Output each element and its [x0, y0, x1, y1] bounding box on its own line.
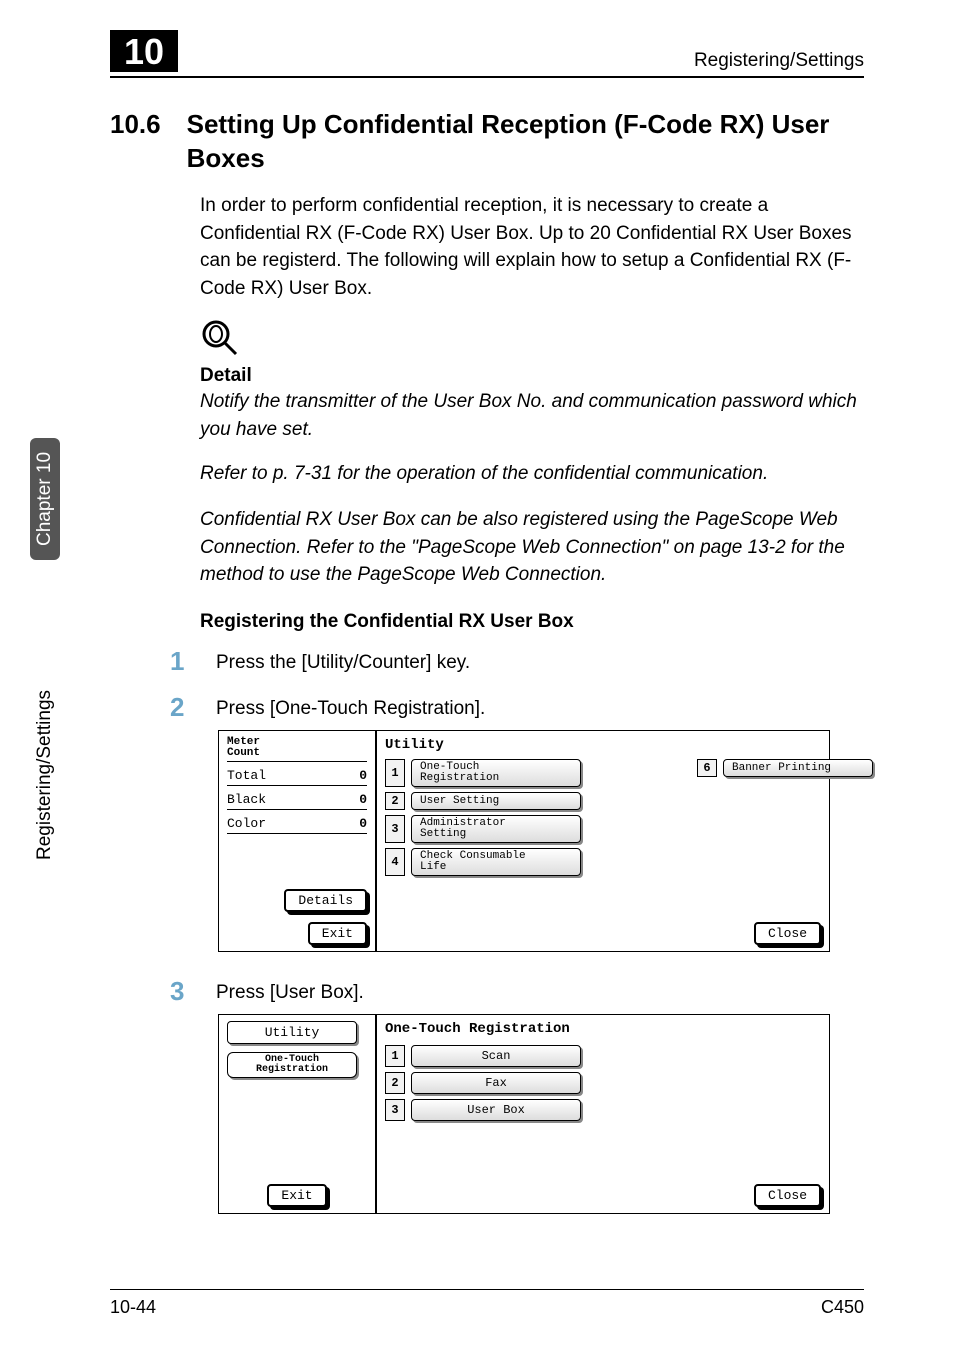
section-heading: 10.6 Setting Up Confidential Reception (… [110, 108, 864, 176]
step-3: 3 Press [User Box]. [170, 978, 864, 1004]
otr-tab-line2: Registration [234, 1065, 350, 1075]
banner-printing-button[interactable]: Banner Printing [723, 759, 873, 777]
utility-num-6: 6 [697, 759, 717, 777]
step-3-number: 3 [170, 978, 194, 1004]
chapter-number-box: 10 [110, 30, 178, 72]
otr-row-3: 3 User Box [385, 1099, 821, 1121]
exit-button-2[interactable]: Exit [267, 1184, 326, 1207]
meter-row-black: Black 0 [227, 792, 367, 810]
header-rule [110, 76, 864, 78]
meter-row-total: Total 0 [227, 768, 367, 786]
utility-row-6: 6 Banner Printing [697, 759, 873, 777]
meter-row-color: Color 0 [227, 816, 367, 834]
utility-button[interactable]: Utility [227, 1021, 357, 1044]
user-box-button[interactable]: User Box [411, 1099, 581, 1121]
utility-screenshot: Meter Count Total 0 Black 0 Color 0 Deta… [218, 730, 830, 952]
one-touch-registration-line2: Registration [420, 773, 499, 784]
close-button-2[interactable]: Close [754, 1184, 821, 1207]
footer-page-number: 10-44 [110, 1297, 156, 1318]
meter-count-heading: Meter Count [227, 737, 367, 762]
meter-black-label: Black [227, 792, 266, 807]
meter-color-label: Color [227, 816, 266, 831]
one-touch-registration-title: One-Touch Registration [385, 1021, 821, 1037]
step-1-number: 1 [170, 648, 194, 674]
detail-paragraph-3: Confidential RX User Box can be also reg… [200, 506, 864, 589]
utility-num-4: 4 [385, 848, 405, 876]
step-2: 2 Press [One-Touch Registration]. [170, 694, 864, 720]
meter-color-value: 0 [359, 816, 367, 831]
utility-row-4: 4 Check Consumable Life [385, 848, 821, 876]
footer-rule [110, 1289, 864, 1291]
utility-row-2: 2 User Setting [385, 792, 821, 810]
step-1: 1 Press the [Utility/Counter] key. [170, 648, 864, 674]
one-touch-registration-tab[interactable]: One-Touch Registration [227, 1052, 357, 1078]
step-1-text: Press the [Utility/Counter] key. [216, 648, 864, 674]
meter-black-value: 0 [359, 792, 367, 807]
meter-total-value: 0 [359, 768, 367, 783]
step-2-text: Press [One-Touch Registration]. [216, 694, 864, 720]
otr-left-panel: Utility One-Touch Registration Exit [219, 1015, 377, 1213]
page: 10 Registering/Settings Chapter 10 Regis… [0, 0, 954, 1352]
side-tab-section: Registering/Settings [30, 690, 60, 860]
subheading: Registering the Confidential RX User Box [200, 608, 864, 636]
footer-model: C450 [821, 1297, 864, 1318]
detail-heading: Detail [200, 362, 864, 390]
utility-num-2: 2 [385, 792, 405, 810]
magnifier-icon [200, 318, 240, 358]
scan-button[interactable]: Scan [411, 1045, 581, 1067]
administrator-setting-button[interactable]: Administrator Setting [411, 815, 581, 843]
close-button[interactable]: Close [754, 922, 821, 945]
detail-paragraph-1: Notify the transmitter of the User Box N… [200, 388, 864, 443]
side-tab-chapter-label: Chapter 10 [30, 438, 60, 560]
step-3-text: Press [User Box]. [216, 978, 864, 1004]
user-setting-button[interactable]: User Setting [411, 792, 581, 810]
side-tab-chapter: Chapter 10 [30, 438, 60, 560]
intro-paragraph: In order to perform confidential recepti… [200, 192, 864, 302]
fax-button[interactable]: Fax [411, 1072, 581, 1094]
section-number: 10.6 [110, 108, 161, 176]
otr-row-2: 2 Fax [385, 1072, 821, 1094]
check-consumable-life-button[interactable]: Check Consumable Life [411, 848, 581, 876]
details-button[interactable]: Details [284, 889, 367, 912]
utility-row-3: 3 Administrator Setting [385, 815, 821, 843]
header-section-title: Registering/Settings [694, 50, 864, 72]
utility-title: Utility [385, 737, 821, 753]
exit-button[interactable]: Exit [308, 922, 367, 945]
utility-num-3: 3 [385, 815, 405, 843]
meter-total-label: Total [227, 768, 266, 783]
administrator-setting-line2: Setting [420, 829, 466, 840]
one-touch-registration-button[interactable]: One-Touch Registration [411, 759, 581, 787]
side-tab-section-label: Registering/Settings [34, 690, 55, 860]
detail-paragraph-2: Refer to p. 7-31 for the operation of th… [200, 460, 864, 488]
otr-row-1: 1 Scan [385, 1045, 821, 1067]
check-consumable-line2: Life [420, 862, 446, 873]
meter-panel: Meter Count Total 0 Black 0 Color 0 Deta… [219, 731, 377, 951]
otr-num-3: 3 [385, 1099, 405, 1121]
section-title: Setting Up Confidential Reception (F-Cod… [187, 108, 864, 176]
otr-num-2: 2 [385, 1072, 405, 1094]
otr-right-panel: One-Touch Registration 1 Scan 2 Fax 3 Us… [377, 1015, 829, 1213]
otr-num-1: 1 [385, 1045, 405, 1067]
page-header: 10 Registering/Settings [110, 30, 864, 72]
utility-panel: Utility 1 One-Touch Registration 2 User … [377, 731, 829, 951]
step-2-number: 2 [170, 694, 194, 720]
one-touch-registration-screenshot: Utility One-Touch Registration Exit One-… [218, 1014, 830, 1214]
utility-num-1: 1 [385, 759, 405, 787]
